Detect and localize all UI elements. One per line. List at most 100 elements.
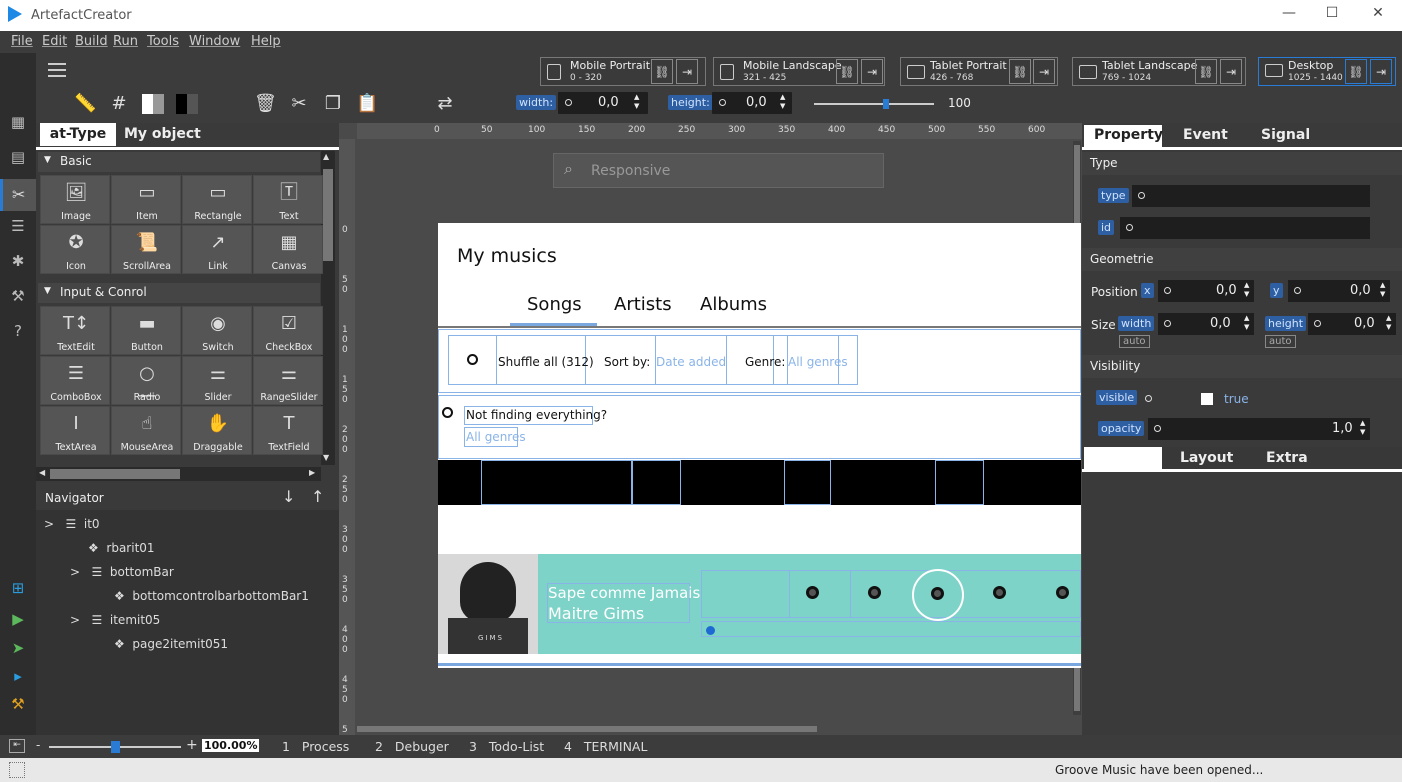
palette-rectangle[interactable]: ▭ Rectangle <box>182 175 252 224</box>
bottom-zoom-thumb[interactable] <box>111 741 120 753</box>
arrow-up-icon[interactable]: ↑ <box>311 487 324 506</box>
bind-icon[interactable] <box>565 99 572 106</box>
menu-file[interactable]: File <box>11 34 33 49</box>
hscrollbar-thumb[interactable] <box>50 469 180 479</box>
height-prop-field[interactable]: 0,0 ▲ ▼ <box>1308 313 1396 335</box>
document-icon[interactable]: ▤ <box>7 148 29 170</box>
width-prop-field[interactable]: 0,0 ▲ ▼ <box>1158 313 1254 335</box>
menu-window[interactable]: Window <box>189 34 240 49</box>
palette-image[interactable]: 🖼 Image <box>40 175 110 224</box>
palette-item[interactable]: ▭ Item <box>111 175 181 224</box>
palette-rangeslider[interactable]: ⚌ RangeSlider <box>253 356 323 405</box>
zoom-percentage[interactable]: 100.00% <box>202 739 260 752</box>
paste-icon[interactable]: 📋 <box>356 93 378 115</box>
palette-mousearea[interactable]: ☝ MouseArea <box>111 406 181 455</box>
delete-icon[interactable]: 🗑 <box>254 93 277 115</box>
tab-event[interactable]: Event <box>1183 125 1228 147</box>
menu-edit[interactable]: Edit <box>42 34 67 49</box>
zoom-in-button[interactable]: + <box>186 737 198 753</box>
spin-icon[interactable]: ▲ ▼ <box>634 93 639 111</box>
exit-icon[interactable]: ⇥ <box>1220 59 1242 84</box>
arrow-down-icon[interactable]: ↓ <box>282 487 295 506</box>
link-icon[interactable]: ⛓ <box>1009 59 1031 84</box>
scrollbar-thumb[interactable] <box>323 169 333 261</box>
palette-icon[interactable]: ✪ Icon <box>40 225 110 274</box>
palette-draggable[interactable]: ✋ Draggable <box>182 406 252 455</box>
section-basic[interactable]: ▼ Basic <box>38 152 320 172</box>
tab-blank[interactable] <box>1084 447 1162 470</box>
palette-checkbox[interactable]: ☑ CheckBox <box>253 306 323 355</box>
device-tablet-portrait[interactable]: Tablet Portrait 426 - 768 ⛓ ⇥ <box>900 57 1058 86</box>
grid-hash-icon[interactable]: # <box>108 93 130 115</box>
tree-node-it0[interactable]: > ☰ it0 <box>44 517 100 531</box>
link-icon[interactable]: ⛓ <box>836 59 858 84</box>
palette-text[interactable]: 🅃 Text <box>253 175 323 224</box>
tab-layout[interactable]: Layout <box>1180 450 1233 466</box>
link-icon[interactable]: ⛓ <box>1345 59 1367 84</box>
height-input[interactable]: 0,0 ▲ ▼ <box>712 92 792 114</box>
tab-albums[interactable]: Albums <box>700 294 767 315</box>
design-tools-tab[interactable]: ✂ <box>0 179 36 211</box>
id-field[interactable] <box>1120 217 1370 239</box>
canvas-hscrollbar-thumb[interactable] <box>357 726 817 732</box>
genre-value[interactable]: All genres <box>788 355 848 369</box>
bind-icon[interactable] <box>1145 395 1152 402</box>
next-icon[interactable] <box>993 586 1006 599</box>
search-box[interactable]: ⌕ Responsive <box>553 153 884 188</box>
height-auto-button[interactable]: auto <box>1265 335 1296 348</box>
hamburger-icon[interactable] <box>48 63 66 77</box>
run-icon[interactable]: ▶ <box>7 610 29 632</box>
transform-icon[interactable]: ⇄ <box>434 93 456 115</box>
copy-icon[interactable]: ❐ <box>322 93 344 115</box>
panel-terminal[interactable]: 4 TERMINAL <box>564 739 647 754</box>
zoom-slider-thumb[interactable] <box>883 99 889 109</box>
tab-at-type[interactable]: at-Type <box>40 123 116 146</box>
device-tablet-landscape[interactable]: Tablet Landscape 769 - 1024 ⛓ ⇥ <box>1072 57 1246 86</box>
device-mobile-landscape[interactable]: Mobile Landscape 321 - 425 ⛓ ⇥ <box>713 57 885 86</box>
exit-icon[interactable]: ⇥ <box>861 59 883 84</box>
ruler-icon[interactable]: 📏 <box>74 93 96 115</box>
panel-debuger[interactable]: 2 Debuger <box>375 739 449 754</box>
tree-node-rbarit01[interactable]: ❖ rbarit01 <box>88 541 155 555</box>
palette-combobox[interactable]: ☰ ComboBox <box>40 356 110 405</box>
maximize-button[interactable]: ☐ <box>1319 5 1345 25</box>
windows-icon[interactable]: ⊞ <box>7 579 29 601</box>
help-icon[interactable]: ? <box>7 322 29 344</box>
dark-bg-icon[interactable] <box>176 94 198 114</box>
menu-run[interactable]: Run <box>113 34 138 49</box>
palette-hscrollbar[interactable]: ◀ ▶ <box>36 467 321 481</box>
exit-icon[interactable]: ⇥ <box>1033 59 1055 84</box>
menu-build[interactable]: Build <box>75 34 108 49</box>
all-genres-link[interactable]: All genres <box>466 430 526 444</box>
palette-switch[interactable]: ◉ Switch <box>182 306 252 355</box>
bind-icon[interactable] <box>719 99 726 106</box>
exit-icon[interactable]: ⇥ <box>676 59 698 84</box>
x-field[interactable]: 0,0 ▲ ▼ <box>1158 280 1254 302</box>
zoom-out-button[interactable]: - <box>36 738 40 752</box>
palette-scrollbar[interactable]: ▲ ▼ <box>321 151 335 465</box>
seek-thumb[interactable] <box>706 626 715 635</box>
device-mobile-portrait[interactable]: Mobile Portrait 0 - 320 ⛓ ⇥ <box>540 57 706 86</box>
bug-icon[interactable]: ✱ <box>7 252 29 274</box>
bottom-zoom-slider[interactable] <box>49 741 181 753</box>
repeat-icon[interactable] <box>1056 586 1069 599</box>
panel-toggle-icon[interactable]: ⇤ <box>9 739 25 753</box>
y-field[interactable]: 0,0 ▲ ▼ <box>1288 280 1390 302</box>
shuffle-icon[interactable] <box>467 354 478 365</box>
previous-icon[interactable] <box>868 586 881 599</box>
database-icon[interactable]: ☰ <box>7 217 29 239</box>
palette-link[interactable]: ↗ Link <box>182 225 252 274</box>
tree-node-bottombar[interactable]: > ☰ bottomBar <box>70 565 174 579</box>
tree-node-itemit05[interactable]: > ☰ itemit05 <box>70 613 160 627</box>
palette-slider[interactable]: ⚌ Slider <box>182 356 252 405</box>
grid-icon[interactable]: ▦ <box>7 113 29 135</box>
minimize-button[interactable]: — <box>1276 5 1302 25</box>
link-icon[interactable]: ⛓ <box>1195 59 1217 84</box>
panel-todo[interactable]: 3 Todo-List <box>469 739 544 754</box>
palette-radio[interactable]: ○— Radio <box>111 356 181 406</box>
wrench-icon[interactable]: ⚒ <box>7 287 29 309</box>
tree-node-page2itemit051[interactable]: ❖ page2itemit051 <box>114 637 228 651</box>
tab-property[interactable]: Property <box>1084 125 1163 147</box>
width-auto-button[interactable]: auto <box>1119 335 1150 348</box>
exit-icon[interactable]: ⇥ <box>1370 59 1392 84</box>
